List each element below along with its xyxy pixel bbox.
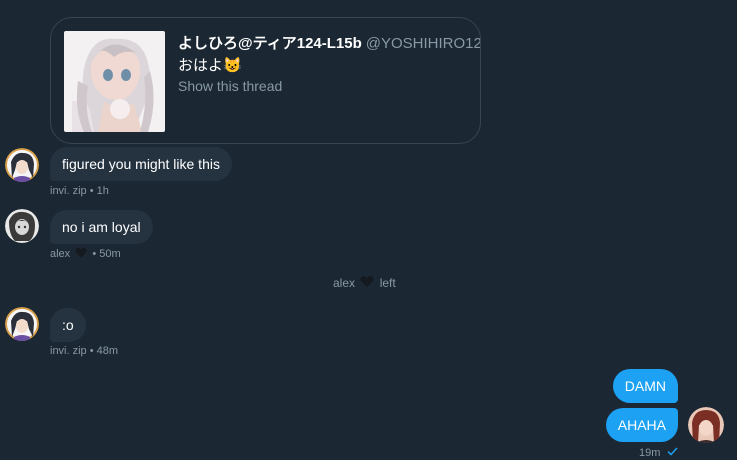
avatar-self[interactable] [688, 407, 724, 443]
avatar-alex[interactable] [5, 209, 39, 243]
message-sender: invi. zip [50, 345, 87, 357]
heart-icon [360, 275, 374, 288]
message-meta: invi. zip • 48m [50, 345, 118, 357]
message-time: 19m [639, 447, 661, 459]
avatar-invi-zip[interactable] [5, 307, 39, 341]
message-time: 1h [96, 185, 109, 197]
message-meta: invi. zip • 1h [50, 185, 109, 197]
message-time: 50m [99, 248, 121, 260]
meta-separator: • [92, 248, 97, 260]
heart-icon [75, 247, 87, 258]
message-bubble[interactable]: :o [50, 308, 86, 342]
tweet-handle: @YOSHIHIRO12... [365, 35, 480, 52]
message-sender: invi. zip [50, 185, 87, 197]
message-meta: alex • 50m [50, 247, 121, 260]
message-bubble[interactable]: no i am loyal [50, 210, 153, 244]
event-action: left [379, 276, 396, 290]
message-time: 48m [96, 345, 119, 357]
conversation-event: alex left [333, 275, 396, 290]
outgoing-message-bubble[interactable]: DAMN [612, 369, 678, 403]
show-thread-link[interactable]: Show this thread [178, 78, 282, 94]
message-bubble[interactable]: figured you might like this [50, 147, 232, 181]
tweet-media-image[interactable] [64, 31, 165, 132]
tweet-text: おはよ😺 [178, 57, 242, 74]
meta-separator: • [89, 345, 94, 357]
message-sender: alex [50, 248, 71, 260]
outgoing-message-bubble[interactable]: AHAHA [605, 408, 678, 442]
shared-tweet-card[interactable]: よしひろ@ティア124-L15b@YOSHIHIRO12... おはよ😺 Sho… [50, 17, 481, 144]
checkmark-icon [667, 447, 679, 456]
avatar-invi-zip[interactable] [5, 148, 39, 182]
tweet-author[interactable]: よしひろ@ティア124-L15b@YOSHIHIRO12... [178, 32, 480, 53]
outgoing-meta: 19m [639, 447, 679, 459]
meta-separator: • [89, 185, 94, 197]
tweet-display-name: よしひろ@ティア124-L15b [178, 35, 362, 52]
event-user: alex [333, 276, 356, 290]
